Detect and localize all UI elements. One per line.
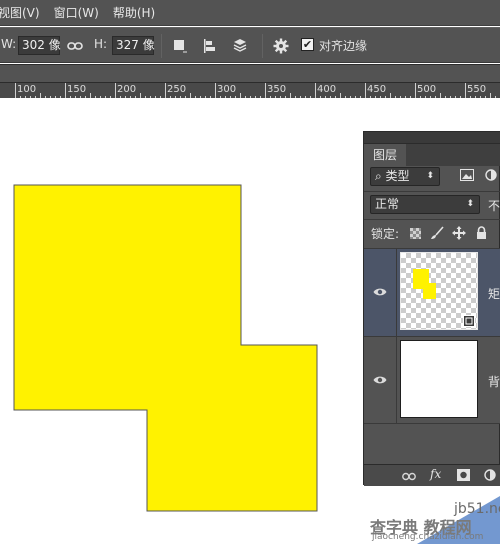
layer-filter-select[interactable]: ⌕ 类型 ⬍ (370, 167, 440, 186)
blend-mode-value: 正常 (375, 197, 400, 211)
ruler-tick (415, 83, 416, 99)
opacity-label: 不 (488, 199, 500, 213)
path-arrangement-icon[interactable] (231, 37, 249, 55)
lock-transparent-icon[interactable] (410, 228, 421, 242)
lock-icon[interactable] (476, 226, 487, 243)
link-icon[interactable] (66, 37, 84, 55)
visibility-eye-icon[interactable] (373, 375, 387, 385)
ruler-label: 500 (417, 84, 437, 95)
height-field[interactable]: 327 像 (112, 36, 155, 55)
ruler-label: 450 (367, 84, 387, 95)
ruler-label: 350 (267, 84, 287, 95)
image-filter-icon[interactable] (460, 169, 474, 184)
separator (262, 34, 263, 58)
gear-icon[interactable] (272, 37, 290, 55)
tab-layers[interactable]: 图层 (364, 144, 407, 166)
menu-window[interactable]: 窗口(W) (54, 4, 99, 21)
width-field[interactable]: 302 像 (18, 36, 61, 55)
ruler-strip: 100 150 200 250 300 350 400 450 500 550 (0, 82, 500, 99)
ruler-label: 300 (217, 84, 237, 95)
divider (396, 249, 397, 336)
watermark-url: jiaocheng.chazidian.com (372, 532, 484, 542)
ruler-tick (215, 83, 216, 99)
divider (364, 191, 500, 192)
ruler-label: 250 (167, 84, 187, 95)
ruler-label: 550 (467, 84, 487, 95)
height-label: H: (94, 37, 108, 51)
dropdown-arrow-icon: ⬍ (466, 199, 474, 209)
divider (364, 219, 500, 220)
search-icon: ⌕ (375, 169, 386, 183)
adjustment-filter-icon[interactable] (485, 169, 497, 184)
layer-thumbnail-shape[interactable] (400, 252, 478, 330)
horizontal-ruler: 100 150 200 250 300 350 400 450 500 550 (0, 64, 500, 99)
ruler-label: 100 (17, 84, 37, 95)
vector-mask-icon (463, 315, 475, 327)
ruler-tick (365, 83, 366, 99)
layer-row-background[interactable]: 背 (364, 337, 500, 423)
divider (396, 337, 397, 423)
blend-mode-select[interactable]: 正常 ⬍ (370, 195, 480, 214)
align-edges-label: 对齐边缘 (319, 39, 368, 53)
panel-tabs: 图层 (364, 144, 500, 166)
layers-panel: 图层 ⌕ 类型 ⬍ 正常 ⬍ 不 锁定: 矩 背 fx (363, 131, 500, 486)
filter-label: 类型 (385, 169, 410, 183)
ruler-label: 150 (67, 84, 87, 95)
ruler-tick (315, 83, 316, 99)
menu-bar: 视图(V) 窗口(W) 帮助(H) (0, 0, 500, 26)
layer-name-shape[interactable]: 矩 (488, 285, 500, 302)
brush-icon[interactable] (430, 226, 444, 243)
move-icon[interactable] (452, 226, 466, 243)
path-operations-icon[interactable] (171, 37, 189, 55)
separator (161, 34, 162, 58)
lock-label: 锁定: (371, 227, 400, 241)
dropdown-arrow-icon: ⬍ (426, 171, 434, 181)
layer-row-shape[interactable]: 矩 (364, 249, 500, 336)
layer-thumbnail-background[interactable] (400, 340, 478, 418)
menu-view[interactable]: 视图(V) (0, 4, 40, 21)
ruler-tick (265, 83, 266, 99)
width-label: W: (1, 37, 17, 51)
ruler-label: 200 (117, 84, 137, 95)
ruler-tick (165, 83, 166, 99)
ruler-tick (115, 83, 116, 99)
align-edges-checkbox[interactable]: ✔ (301, 38, 314, 51)
options-bar: W: 302 像 H: 327 像 ✔ 对齐边缘 (0, 27, 500, 63)
ruler-tick (465, 83, 466, 99)
ruler-label: 400 (317, 84, 337, 95)
ruler-tick (15, 83, 16, 99)
path-alignment-icon[interactable] (201, 37, 219, 55)
divider (364, 423, 500, 424)
panel-header (364, 132, 500, 144)
visibility-eye-icon[interactable] (373, 287, 387, 297)
ruler-tick (65, 83, 66, 99)
layer-name-background[interactable]: 背 (488, 373, 500, 390)
menu-help[interactable]: 帮助(H) (113, 4, 155, 21)
